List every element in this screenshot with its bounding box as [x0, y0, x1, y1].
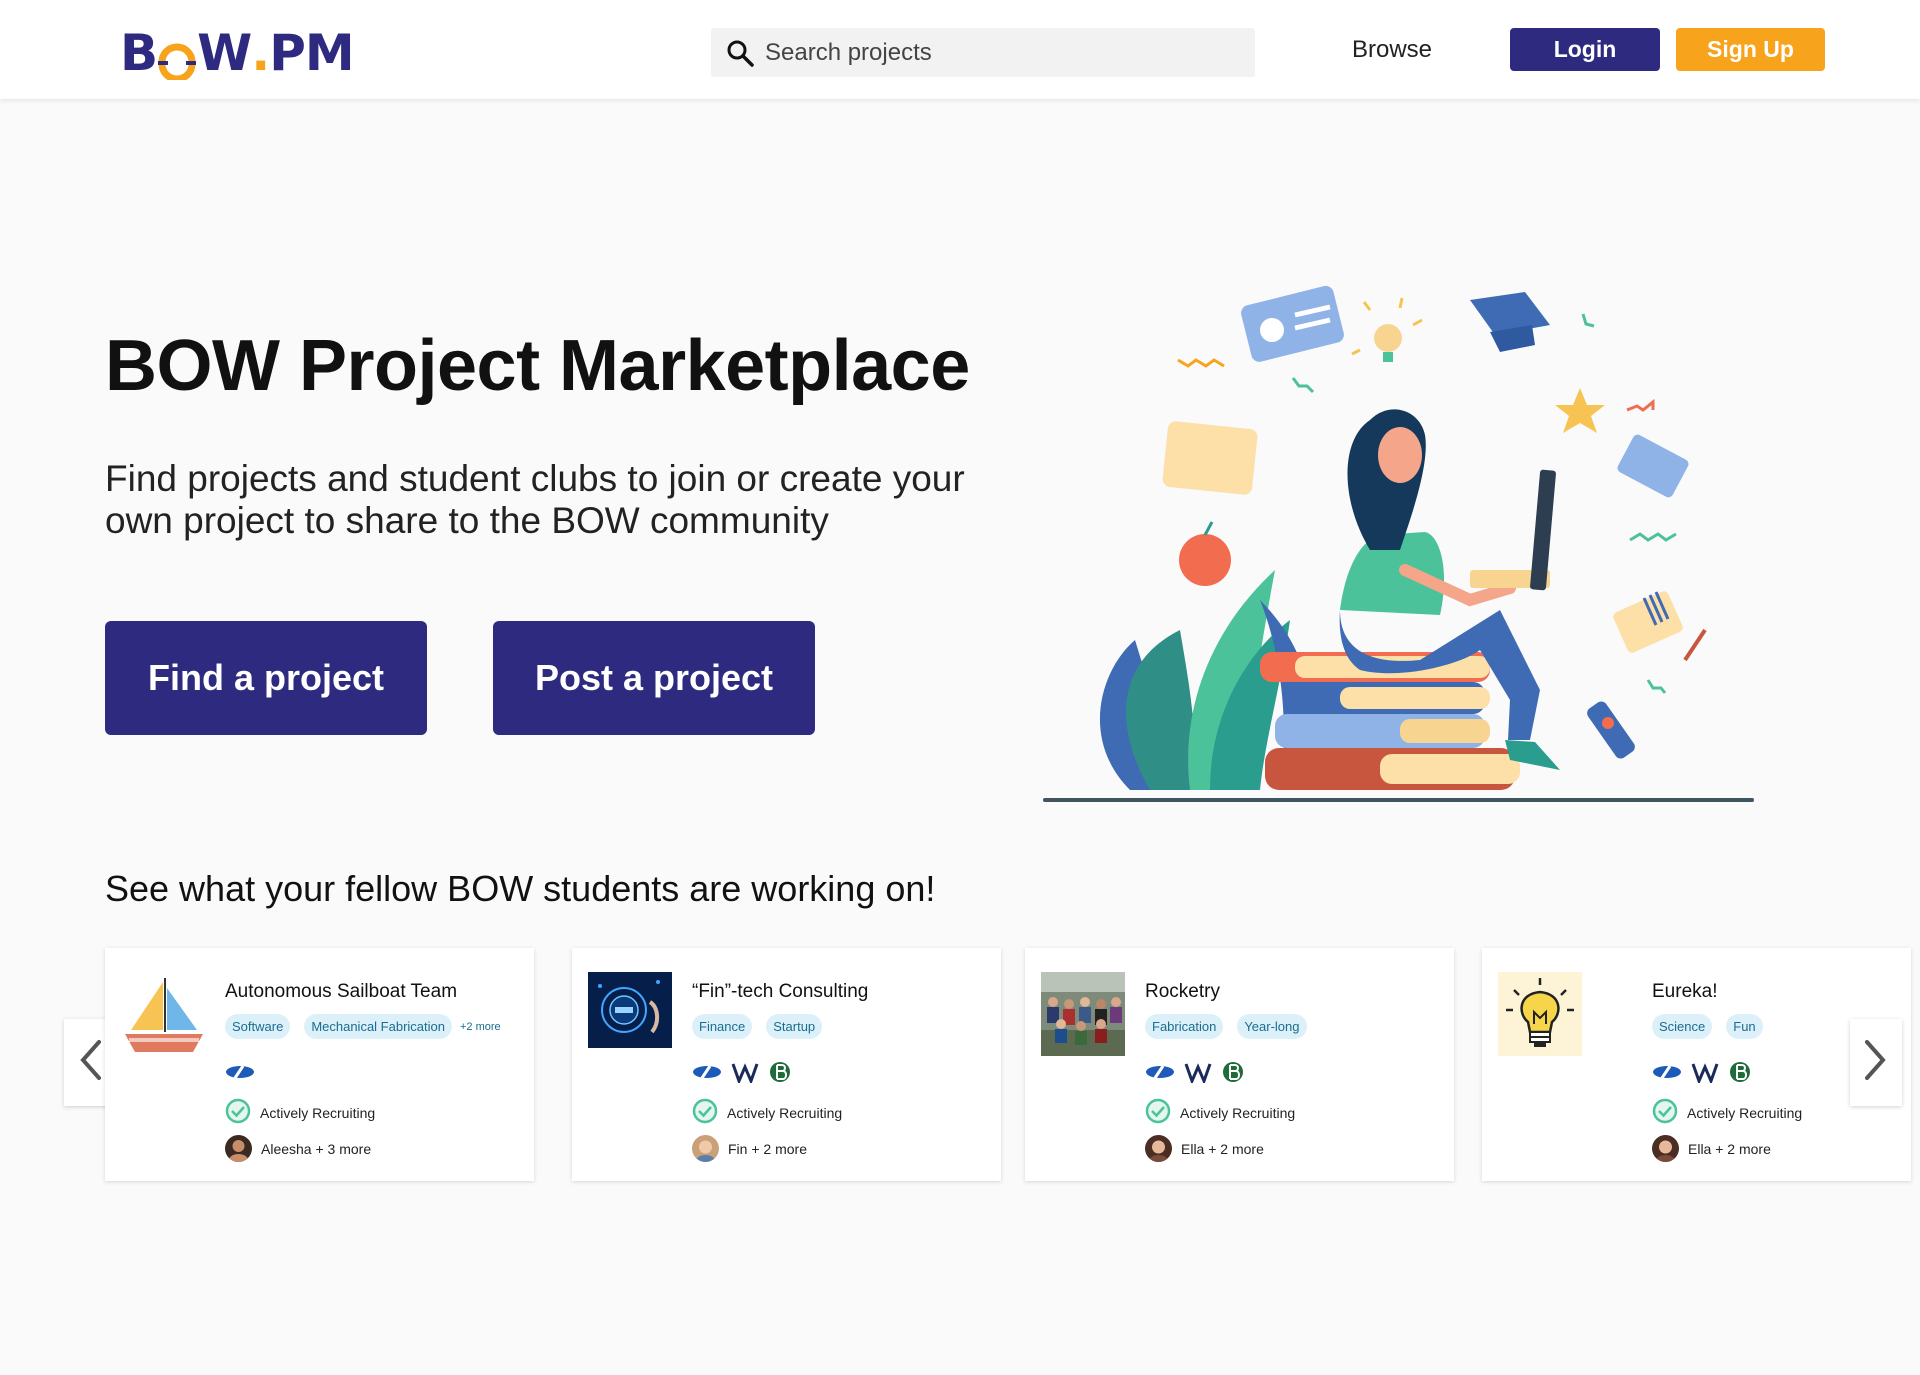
tag[interactable]: Finance — [692, 1014, 753, 1039]
logo-letters-pm: PM — [269, 24, 354, 82]
hero-title: BOW Project Marketplace — [105, 326, 970, 406]
chevron-left-icon — [77, 1038, 103, 1087]
check-circle-icon — [225, 1098, 251, 1127]
search-bar[interactable] — [711, 28, 1255, 77]
lightbulb-icon — [1498, 972, 1582, 1056]
recruiting-status: Actively Recruiting — [1652, 1098, 1802, 1127]
member-summary: Aleesha + 3 more — [225, 1135, 371, 1162]
hero-illustration — [1040, 270, 1760, 810]
logo-o-icon — [158, 34, 197, 83]
babson-logo-icon — [768, 1060, 792, 1089]
status-text: Actively Recruiting — [260, 1104, 376, 1121]
card-title: Autonomous Sailboat Team — [225, 981, 458, 1002]
signup-button[interactable]: Sign Up — [1676, 28, 1825, 71]
search-input[interactable] — [765, 38, 1225, 67]
tag[interactable]: Startup — [766, 1014, 823, 1039]
tag-list: Finance Startup — [692, 1014, 823, 1039]
project-card[interactable]: Eureka! Science Fun Actively Recruiting … — [1482, 948, 1911, 1181]
member-summary: Fin + 2 more — [692, 1135, 807, 1162]
sailboat-icon — [121, 972, 205, 1056]
tag-list: Fabrication Year-long — [1145, 1014, 1307, 1039]
hero-subtitle: Find projects and student clubs to join … — [105, 458, 965, 541]
status-text: Actively Recruiting — [1687, 1104, 1803, 1121]
logo-letter-w: W — [197, 24, 252, 82]
member-summary: Ella + 2 more — [1652, 1135, 1771, 1162]
school-logos — [1652, 1060, 1752, 1089]
members-text: Aleesha + 3 more — [261, 1140, 372, 1157]
olin-logo-icon — [692, 1064, 722, 1085]
members-text: Ella + 2 more — [1688, 1140, 1771, 1157]
top-navbar: B W . PM Browse Login Sign Up — [0, 0, 1920, 99]
avatar — [225, 1135, 252, 1162]
members-text: Fin + 2 more — [728, 1140, 807, 1157]
more-tags-link[interactable]: +2 more — [460, 1021, 501, 1033]
check-circle-icon — [1145, 1098, 1171, 1127]
status-text: Actively Recruiting — [727, 1104, 843, 1121]
chevron-right-icon — [1863, 1038, 1889, 1087]
tag[interactable]: Fun — [1726, 1014, 1763, 1039]
project-card[interactable]: “Fin”-tech Consulting Finance Startup Ac… — [572, 948, 1001, 1181]
school-logos — [692, 1060, 792, 1089]
wellesley-logo-icon — [731, 1061, 759, 1088]
avatar — [1145, 1135, 1172, 1162]
tag[interactable]: Year-long — [1237, 1014, 1307, 1039]
tag-list: Science Fun — [1652, 1014, 1763, 1039]
bow-pm-logo[interactable]: B W . PM — [120, 24, 355, 83]
wellesley-logo-icon — [1691, 1061, 1719, 1088]
members-text: Ella + 2 more — [1181, 1140, 1264, 1157]
olin-logo-icon — [225, 1064, 255, 1085]
fintech-image — [588, 972, 672, 1056]
project-card[interactable]: Rocketry Fabrication Year-long Actively … — [1025, 948, 1454, 1181]
project-card[interactable]: Autonomous Sailboat Team Software Mechan… — [105, 948, 534, 1181]
tag[interactable]: Software — [225, 1014, 291, 1039]
babson-logo-icon — [1728, 1060, 1752, 1089]
browse-link[interactable]: Browse — [1352, 36, 1432, 64]
search-icon[interactable] — [715, 28, 765, 77]
tag[interactable]: Fabrication — [1145, 1014, 1224, 1039]
card-title: Rocketry — [1145, 981, 1220, 1002]
post-project-button[interactable]: Post a project — [493, 621, 815, 735]
logo-letter-b: B — [120, 24, 158, 82]
tag-list: Software Mechanical Fabrication +2 more — [225, 1014, 501, 1039]
tag[interactable]: Science — [1652, 1014, 1713, 1039]
login-button[interactable]: Login — [1510, 28, 1660, 71]
olin-logo-icon — [1145, 1064, 1175, 1085]
find-project-button[interactable]: Find a project — [105, 621, 427, 735]
school-logos — [1145, 1060, 1245, 1089]
carousel-next-button[interactable] — [1850, 1019, 1902, 1106]
avatar — [692, 1135, 719, 1162]
rocketry-team-photo — [1041, 972, 1125, 1056]
card-title: “Fin”-tech Consulting — [692, 981, 869, 1002]
recruiting-status: Actively Recruiting — [225, 1098, 375, 1127]
member-summary: Ella + 2 more — [1145, 1135, 1264, 1162]
check-circle-icon — [692, 1098, 718, 1127]
school-logos — [225, 1062, 255, 1086]
babson-logo-icon — [1221, 1060, 1245, 1089]
section-title: See what your fellow BOW students are wo… — [105, 868, 936, 909]
card-title: Eureka! — [1652, 981, 1718, 1002]
check-circle-icon — [1652, 1098, 1678, 1127]
recruiting-status: Actively Recruiting — [1145, 1098, 1295, 1127]
logo-dot: . — [251, 24, 270, 82]
avatar — [1652, 1135, 1679, 1162]
olin-logo-icon — [1652, 1064, 1682, 1085]
tag[interactable]: Mechanical Fabrication — [304, 1014, 452, 1039]
status-text: Actively Recruiting — [1180, 1104, 1296, 1121]
recruiting-status: Actively Recruiting — [692, 1098, 842, 1127]
wellesley-logo-icon — [1184, 1061, 1212, 1088]
